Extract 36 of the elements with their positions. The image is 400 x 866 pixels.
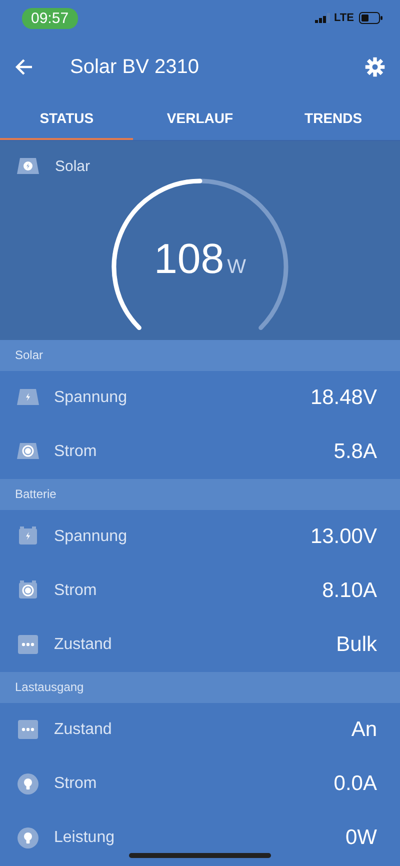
row-label: Zustand bbox=[54, 636, 113, 654]
power-unit: W bbox=[227, 256, 246, 279]
row-value: An bbox=[351, 718, 377, 742]
battery-icon bbox=[359, 12, 383, 24]
row-label: Strom bbox=[54, 582, 98, 600]
screen-title: Solar BV 2310 bbox=[70, 56, 200, 78]
signal-icon bbox=[315, 13, 332, 23]
clock-time: 09:57 bbox=[22, 8, 78, 28]
solar-panel-icon bbox=[16, 157, 40, 175]
light-bulb-icon bbox=[16, 827, 40, 849]
more-icon bbox=[16, 719, 40, 741]
row-label: Leistung bbox=[54, 829, 116, 847]
tab[interactable]: VERLAUF bbox=[133, 98, 267, 140]
row-value: 5.8A bbox=[334, 440, 377, 464]
row-label: Spannung bbox=[54, 528, 128, 546]
row-value: 0W bbox=[346, 826, 377, 850]
settings-icon bbox=[364, 56, 386, 78]
row-label: Zustand bbox=[54, 721, 113, 739]
section-header: Solar bbox=[0, 340, 400, 371]
section-header: Batterie bbox=[0, 479, 400, 510]
row-value: 8.10A bbox=[322, 579, 377, 603]
row-value: 13.00V bbox=[310, 525, 377, 549]
row-value: Bulk bbox=[336, 633, 377, 657]
row-label: Strom bbox=[54, 443, 98, 461]
section-header: Lastausgang bbox=[0, 672, 400, 703]
row-label: Strom bbox=[54, 775, 98, 793]
more-icon bbox=[16, 634, 40, 656]
row-value: 0.0A bbox=[334, 772, 377, 796]
power-reading: 108 bbox=[154, 235, 224, 283]
light-bulb-icon bbox=[16, 773, 40, 795]
row-value: 18.48V bbox=[310, 386, 377, 410]
tab[interactable]: TRENDS bbox=[266, 98, 400, 140]
gauge-label: Solar bbox=[55, 158, 90, 174]
row-label: Spannung bbox=[54, 389, 128, 407]
network-label: LTE bbox=[334, 12, 354, 24]
back-arrow-icon bbox=[14, 57, 34, 77]
